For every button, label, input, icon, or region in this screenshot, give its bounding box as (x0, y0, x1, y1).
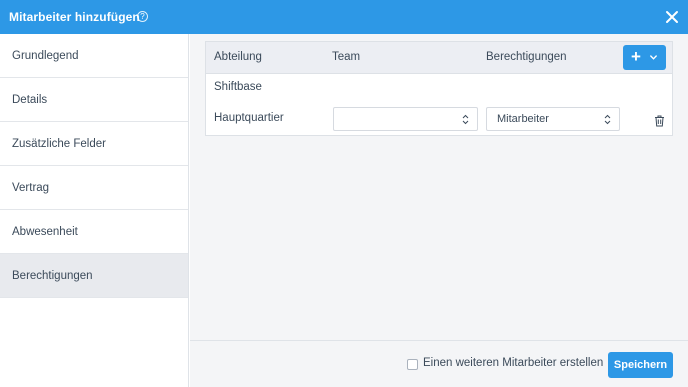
permission-select-value: Mitarbeiter (497, 113, 549, 125)
sidebar-item-berechtigungen[interactable]: Berechtigungen (0, 254, 188, 298)
dialog-footer: Einen weiteren Mitarbeiter erstellen Spe… (190, 340, 688, 387)
sidebar-item-zusaetzliche-felder[interactable]: Zusätzliche Felder (0, 122, 188, 166)
sidebar-item-vertrag[interactable]: Vertrag (0, 166, 188, 210)
checkbox-label: Einen weiteren Mitarbeiter erstellen (423, 357, 604, 369)
sidebar-item-label: Berechtigungen (12, 269, 93, 282)
group-label: Shiftbase (214, 81, 262, 93)
trash-icon[interactable] (654, 115, 665, 127)
main-panel: Abteilung Team Berechtigungen + Shiftbas… (190, 34, 688, 340)
sidebar-item-details[interactable]: Details (0, 78, 188, 122)
sidebar-item-label: Details (12, 93, 48, 106)
add-button[interactable]: + (623, 45, 666, 70)
permissions-table: Abteilung Team Berechtigungen + Shiftbas… (205, 41, 673, 136)
sidebar-item-abwesenheit[interactable]: Abwesenheit (0, 210, 188, 254)
sidebar-item-grundlegend[interactable]: Grundlegend (0, 34, 188, 78)
close-icon[interactable] (664, 9, 680, 25)
sidebar-item-label: Zusätzliche Felder (12, 137, 106, 150)
dialog-title: Mitarbeiter hinzufügen (9, 10, 140, 24)
plus-icon: + (631, 47, 641, 66)
create-another-checkbox[interactable] (407, 359, 418, 370)
save-button[interactable]: Speichern (608, 352, 673, 378)
table-header: Abteilung Team Berechtigungen + (206, 42, 672, 74)
sort-arrows-icon (462, 114, 469, 125)
sidebar-item-label: Vertrag (12, 181, 50, 194)
sort-arrows-icon (604, 114, 611, 125)
column-header-team: Team (332, 51, 361, 63)
table-row-department: Hauptquartier (214, 112, 284, 124)
team-select[interactable] (333, 107, 478, 131)
sidebar-item-label: Abwesenheit (12, 225, 78, 238)
chevron-down-icon (650, 55, 657, 60)
dialog-header: Mitarbeiter hinzufügen ? (0, 0, 688, 34)
question-circle-icon[interactable]: ? (137, 11, 148, 22)
column-header-department: Abteilung (214, 51, 262, 63)
sidebar-item-label: Grundlegend (12, 49, 79, 62)
permission-select[interactable]: Mitarbeiter (486, 107, 620, 131)
column-header-permissions: Berechtigungen (486, 51, 567, 63)
sidebar: Grundlegend Details Zusätzliche Felder V… (0, 34, 189, 387)
